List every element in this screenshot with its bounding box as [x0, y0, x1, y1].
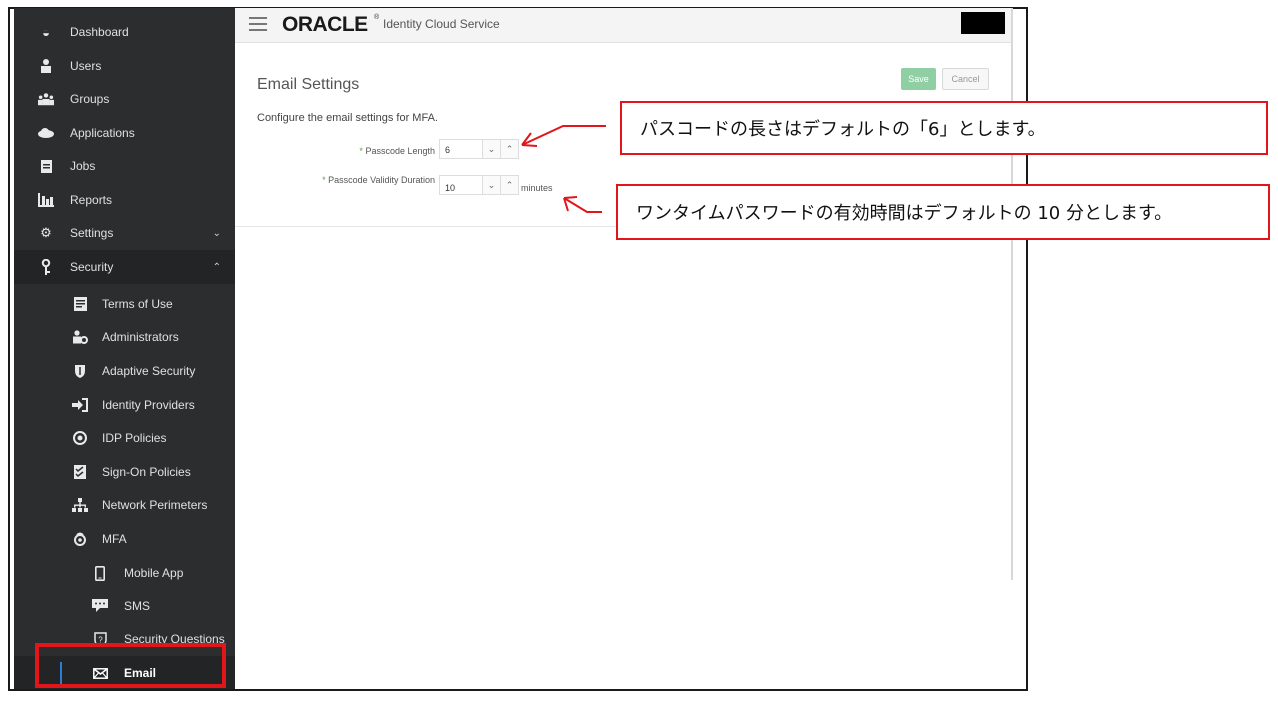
arrow-to-validity — [563, 196, 602, 213]
annotation-arrows — [521, 125, 606, 213]
arrow-to-passcode-length — [521, 125, 606, 147]
